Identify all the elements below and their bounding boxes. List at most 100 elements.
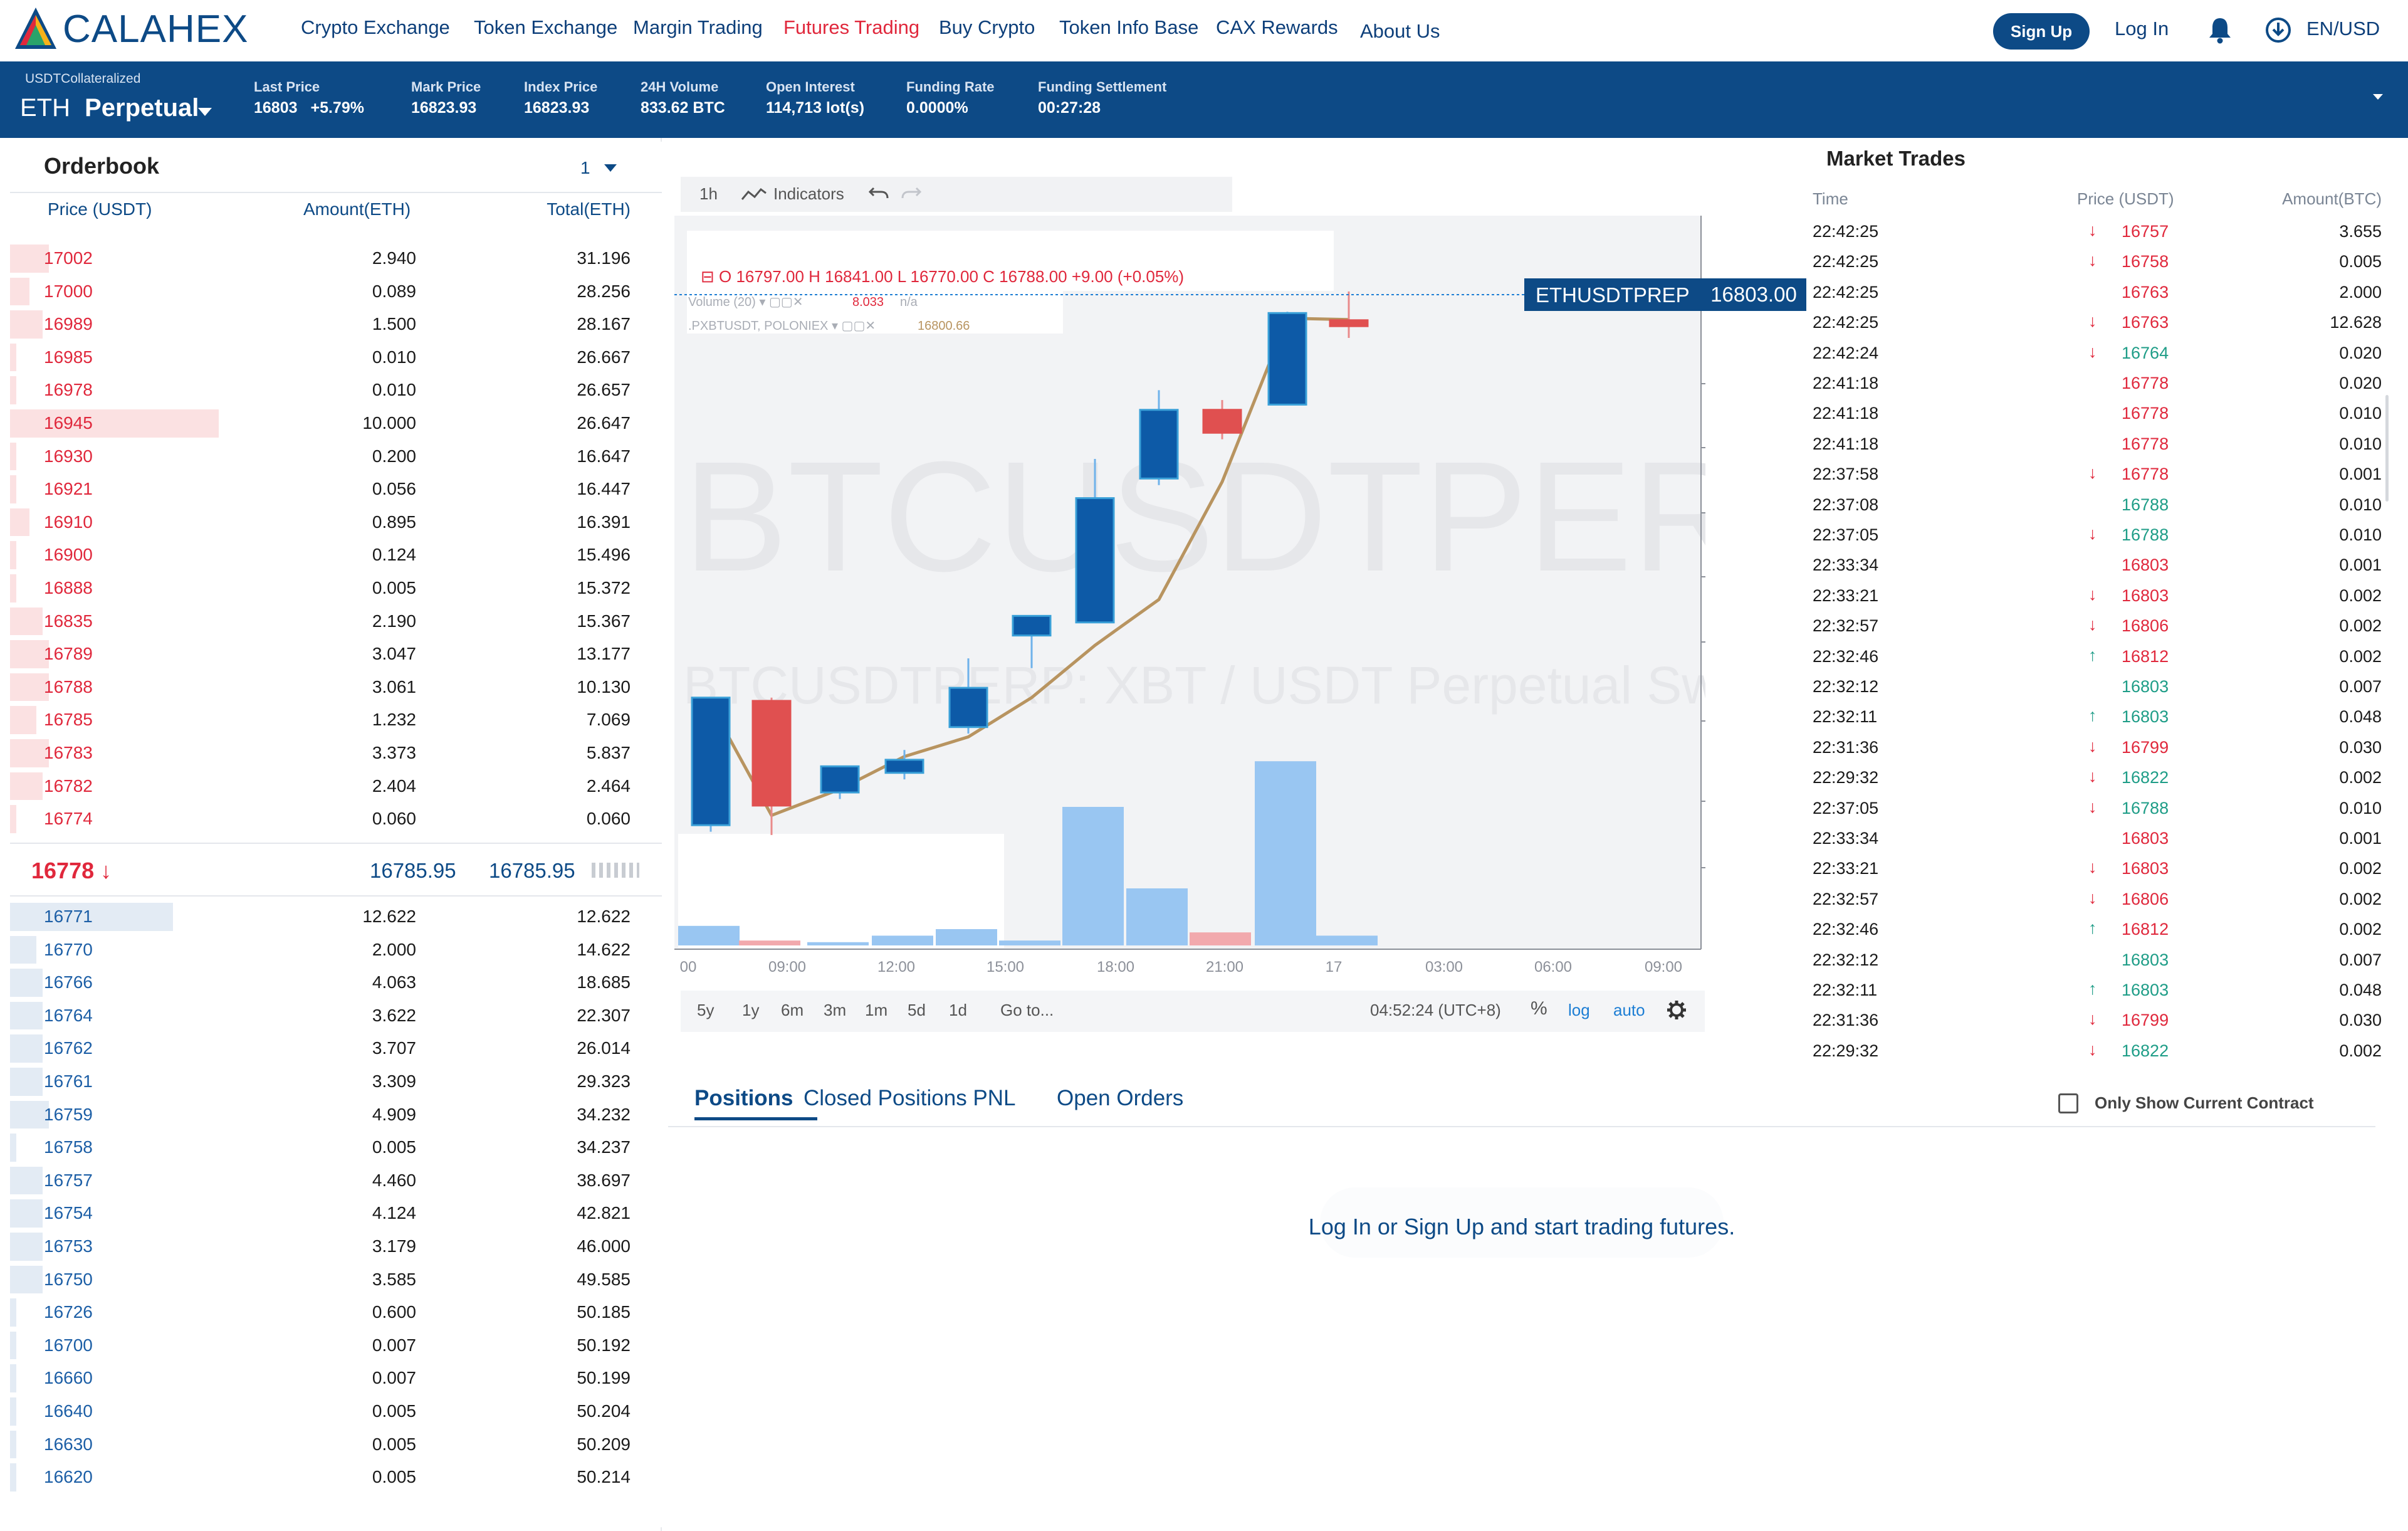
orderbook-row[interactable]: 16750 3.585 49.585 [10, 1263, 662, 1297]
time-tick-label: 06:00 [1534, 959, 1572, 976]
ticker-expand-icon[interactable] [2373, 94, 2383, 100]
candle-body [1202, 409, 1242, 434]
orderbook-row[interactable]: 16788 3.061 10.130 [10, 671, 662, 704]
range-1m[interactable]: 1m [865, 1001, 887, 1020]
nav-token-exchange[interactable]: Token Exchange [474, 15, 617, 40]
nav-buy-crypto[interactable]: Buy Crypto [939, 15, 1035, 40]
orderbook-row[interactable]: 16757 4.460 38.697 [10, 1164, 662, 1197]
orderbook-row[interactable]: 16785 1.232 7.069 [10, 703, 662, 737]
orderbook-row[interactable]: 16783 3.373 5.837 [10, 737, 662, 770]
time-tick-label: 18:00 [1097, 959, 1134, 976]
goto-button[interactable]: Go to... [1000, 1001, 1054, 1020]
orderbook-row[interactable]: 16921 0.056 16.447 [10, 473, 662, 506]
precision-selector[interactable]: 1 [580, 158, 590, 178]
nav-token-info-base[interactable]: Token Info Base [1059, 15, 1198, 40]
log-in-link[interactable]: Log In [2115, 18, 2169, 40]
orderbook-row[interactable]: 16888 0.005 15.372 [10, 572, 662, 605]
orderbook-row[interactable]: 16789 3.047 13.177 [10, 638, 662, 671]
only-current-contract-checkbox[interactable] [2058, 1093, 2078, 1113]
range-6m[interactable]: 6m [781, 1001, 804, 1020]
trade-amount: 0.002 [2339, 646, 2382, 666]
nav-cax-rewards[interactable]: CAX Rewards [1216, 15, 1338, 40]
scrollbar[interactable] [2385, 395, 2389, 502]
trade-amount: 0.002 [2339, 889, 2382, 908]
order-price: 16782 [44, 776, 93, 796]
log-toggle[interactable]: log [1568, 1001, 1590, 1020]
depth-bar [10, 508, 30, 537]
order-amount: 3.373 [372, 743, 416, 762]
login-prompt-link[interactable]: Log In or Sign Up and start trading futu… [668, 1214, 2375, 1240]
nav-futures-trading[interactable]: Futures Trading [783, 15, 919, 40]
nav-about-us[interactable]: About Us [1360, 19, 1440, 44]
contract-selector[interactable]: ETH Perpetual [20, 94, 199, 122]
orderbook-row[interactable]: 16726 0.600 50.185 [10, 1296, 662, 1329]
depth-bar [10, 1068, 43, 1096]
nav-margin-trading[interactable]: Margin Trading [633, 15, 763, 40]
volume-bar [678, 925, 740, 945]
orderbook-row[interactable]: 16835 2.190 15.367 [10, 605, 662, 638]
tab-positions[interactable]: Positions [694, 1086, 793, 1111]
sign-up-button[interactable]: Sign Up [1993, 13, 2090, 50]
arrow-down-icon: ↓ [100, 858, 112, 883]
orderbook-row[interactable]: 16910 0.895 16.391 [10, 506, 662, 539]
time-tick-label: 09:00 [768, 959, 806, 976]
order-price: 16640 [44, 1401, 93, 1421]
orderbook-row[interactable]: 16762 3.707 26.014 [10, 1032, 662, 1065]
depth-bar [10, 805, 17, 833]
price-chart[interactable]: BTCUSDTPERP, 60 BTCUSDTPERP: XBT / USDT P… [674, 171, 1705, 1032]
tab-closed-positions-pnl[interactable]: Closed Positions PNL [804, 1086, 1016, 1111]
orderbook-row[interactable]: 16759 4.909 34.232 [10, 1098, 662, 1132]
orderbook-row[interactable]: 16770 2.000 14.622 [10, 934, 662, 967]
download-icon[interactable] [2265, 17, 2291, 43]
orderbook-row[interactable]: 16630 0.005 50.209 [10, 1428, 662, 1461]
trade-time: 22:37:08 [1813, 495, 1879, 514]
orderbook-row[interactable]: 16978 0.010 26.657 [10, 374, 662, 407]
orderbook-row[interactable]: 16758 0.005 34.237 [10, 1131, 662, 1164]
orderbook-row[interactable]: 16945 10.000 26.647 [10, 407, 662, 440]
orderbook-row[interactable]: 16985 0.010 26.667 [10, 341, 662, 374]
gear-icon[interactable] [1666, 999, 1687, 1021]
volume-label: 24H Volume [641, 79, 719, 95]
orderbook-row[interactable]: 16774 0.060 0.060 [10, 802, 662, 836]
tab-open-orders[interactable]: Open Orders [1057, 1086, 1183, 1111]
range-5y[interactable]: 5y [697, 1001, 714, 1020]
calahex-logo-icon[interactable] [14, 6, 58, 51]
caret-down-icon[interactable] [604, 164, 617, 172]
brand-name[interactable]: CALAHEX [63, 9, 248, 50]
language-currency-selector[interactable]: EN/USD [2306, 18, 2380, 40]
range-5d[interactable]: 5d [908, 1001, 926, 1020]
orderbook-row[interactable]: 16620 0.005 50.214 [10, 1461, 662, 1494]
auto-toggle[interactable]: auto [1613, 1001, 1645, 1020]
nav-crypto-exchange[interactable]: Crypto Exchange [301, 15, 450, 40]
orderbook-row[interactable]: 16761 3.309 29.323 [10, 1065, 662, 1098]
trade-amount: 0.002 [2339, 920, 2382, 939]
orderbook-row[interactable]: 16660 0.007 50.199 [10, 1362, 662, 1395]
orderbook-row[interactable]: 16753 3.179 46.000 [10, 1230, 662, 1263]
orderbook-row[interactable]: 16989 1.500 28.167 [10, 308, 662, 341]
range-1y[interactable]: 1y [742, 1001, 759, 1020]
caret-down-icon[interactable] [198, 108, 212, 116]
orderbook-row[interactable]: 16771 12.622 12.622 [10, 900, 662, 934]
trade-row: 22:32:46 ↑ 16812 0.002 [1805, 642, 2394, 672]
orderbook-row[interactable]: 17002 2.940 31.196 [10, 242, 662, 275]
bell-icon[interactable] [2207, 16, 2233, 44]
orderbook-row[interactable]: 16754 4.124 42.821 [10, 1197, 662, 1230]
order-price: 16789 [44, 644, 93, 664]
orderbook-row[interactable]: 17000 0.089 28.256 [10, 275, 662, 308]
orderbook-row[interactable]: 16640 0.005 50.204 [10, 1395, 662, 1428]
orderbook-row[interactable]: 16766 4.063 18.685 [10, 966, 662, 999]
range-1d[interactable]: 1d [949, 1001, 967, 1020]
orderbook-row[interactable]: 16700 0.007 50.192 [10, 1329, 662, 1362]
orderbook-row[interactable]: 16764 3.622 22.307 [10, 999, 662, 1033]
percent-toggle[interactable]: % [1531, 998, 1547, 1019]
order-amount: 4.063 [372, 972, 416, 992]
depth-bar [10, 1397, 17, 1426]
order-amount: 0.005 [372, 1467, 416, 1487]
trade-row: 22:32:12 16803 0.007 [1805, 672, 2394, 702]
depth-bar [10, 607, 43, 636]
orderbook-row[interactable]: 16930 0.200 16.647 [10, 440, 662, 473]
trade-price: 16812 [2122, 646, 2169, 666]
orderbook-row[interactable]: 16900 0.124 15.496 [10, 539, 662, 572]
orderbook-row[interactable]: 16782 2.404 2.464 [10, 770, 662, 803]
range-3m[interactable]: 3m [824, 1001, 846, 1020]
